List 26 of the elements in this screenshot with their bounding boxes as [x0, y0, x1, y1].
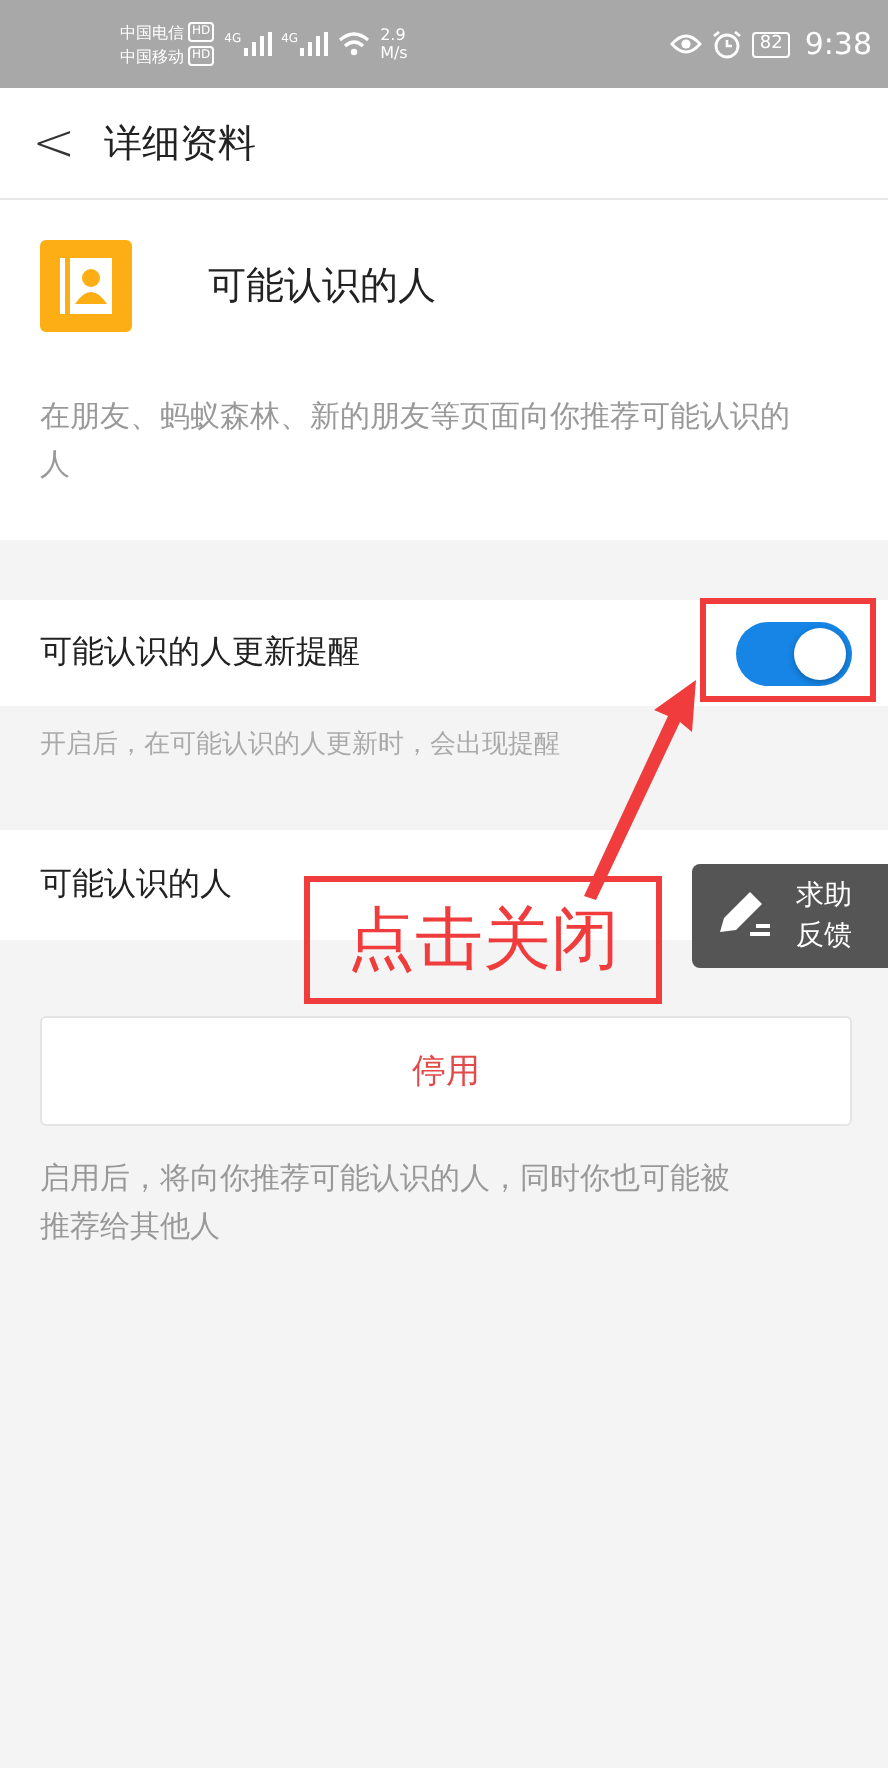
clock-time: 9:38	[804, 26, 872, 62]
battery-icon: 82	[751, 31, 791, 57]
feedback-label: 反馈	[796, 918, 852, 956]
annotation-label: 点击关闭	[304, 876, 662, 1004]
profile-title: 可能认识的人	[208, 262, 436, 312]
setting-label: 可能认识的人更新提醒	[40, 632, 360, 674]
feedback-label: 求助	[796, 878, 852, 916]
alarm-icon	[711, 29, 742, 59]
speed-value: 2.9	[380, 26, 408, 44]
setting-hint: 开启后，在可能认识的人更新时，会出现提醒	[38, 728, 562, 764]
disable-button[interactable]: 停用	[40, 1016, 852, 1126]
profile-description: 在朋友、蚂蚁森林、新的朋友等页面向你推荐可能认识的人	[40, 396, 792, 486]
wifi-icon	[338, 32, 371, 56]
footnote-text: 启用后，将向你推荐可能认识的人，同时你也可能被推荐给其他人	[40, 1158, 730, 1248]
eye-icon	[669, 32, 702, 56]
speed-unit: M/s	[380, 44, 408, 62]
page-title: 详细资料	[103, 119, 256, 169]
carrier-name: 中国电信	[120, 21, 184, 43]
feedback-button[interactable]: 求助 反馈	[692, 864, 888, 968]
back-button[interactable]: <	[0, 113, 104, 173]
row-label: 可能认识的人	[40, 864, 232, 906]
contact-book-icon	[40, 240, 132, 332]
signal-icon	[300, 32, 329, 56]
signal-icon	[243, 32, 272, 56]
carrier-name: 中国移动	[120, 45, 184, 67]
toggle-switch[interactable]	[736, 621, 852, 685]
